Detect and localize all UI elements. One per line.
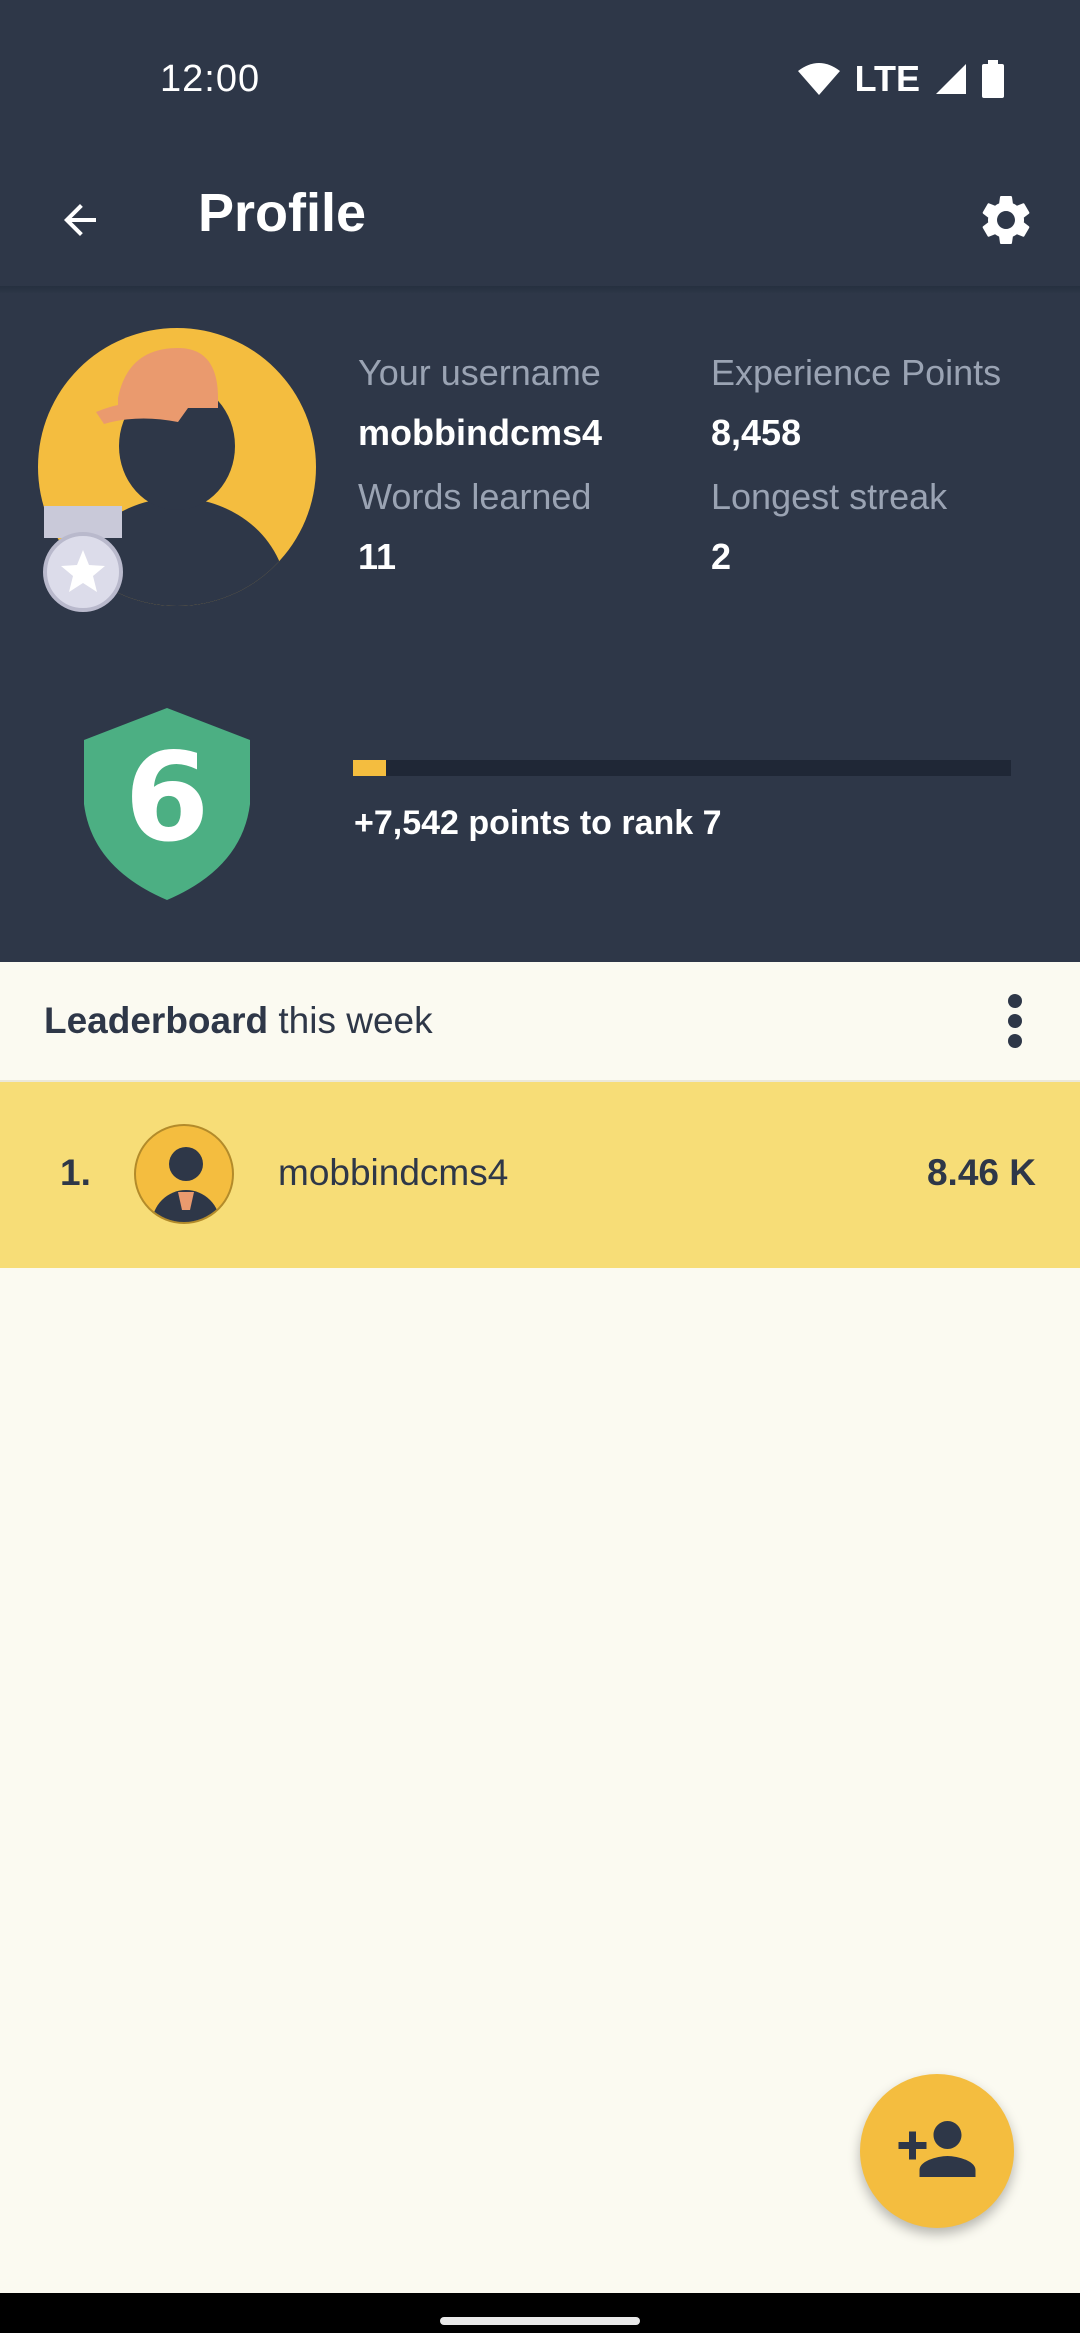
stat-value: 8,458 xyxy=(711,412,802,453)
stat-label: Your username xyxy=(358,352,601,393)
stat-experience: Experience Points 8,458 xyxy=(711,352,1001,454)
stat-username: Your username mobbindcms4 xyxy=(358,352,602,454)
more-vert-icon xyxy=(1005,993,1025,1054)
stat-label: Words learned xyxy=(358,476,592,517)
wifi-icon xyxy=(797,61,841,97)
avatar xyxy=(134,1124,234,1224)
leaderboard-username: mobbindcms4 xyxy=(278,1152,509,1193)
leaderboard-header: Leaderboard this week xyxy=(0,962,1080,1082)
stat-value: mobbindcms4 xyxy=(358,412,603,453)
back-button[interactable] xyxy=(44,186,116,258)
app-bar-shadow xyxy=(0,286,1080,294)
stat-value: 2 xyxy=(711,536,732,577)
cell-signal-icon xyxy=(934,62,968,96)
page-title: Profile xyxy=(198,183,367,243)
status-bar: 12:00 LTE xyxy=(0,0,1080,164)
leaderboard-rank: 1. xyxy=(60,1152,91,1193)
network-type: LTE xyxy=(854,58,920,99)
status-time: 12:00 xyxy=(160,58,261,100)
stat-streak: Longest streak 2 xyxy=(711,476,947,578)
leaderboard-row[interactable]: 1. mobbindcms4 8.46 K xyxy=(0,1082,1080,1268)
battery-icon xyxy=(982,60,1004,98)
leaderboard-title: Leaderboard this week xyxy=(44,1000,433,1042)
stat-words: Words learned 11 xyxy=(358,476,591,578)
avatar-person-icon xyxy=(152,1147,220,1222)
settings-button[interactable] xyxy=(968,184,1044,260)
status-icons: LTE xyxy=(797,58,1004,100)
leaderboard-menu-button[interactable] xyxy=(980,988,1050,1058)
rank-progress-text: +7,542 points to rank 7 xyxy=(354,804,722,842)
stat-label: Experience Points xyxy=(711,352,1002,393)
leaderboard-points: 8.46 K xyxy=(926,1152,1036,1193)
rank-progress-fill xyxy=(353,760,386,776)
add-friend-button[interactable] xyxy=(860,2074,1014,2228)
home-handle[interactable] xyxy=(440,2317,640,2325)
stat-label: Longest streak xyxy=(711,476,948,517)
add-person-icon xyxy=(895,2107,979,2196)
arrow-back-icon xyxy=(56,196,104,249)
badge-medal-icon xyxy=(40,500,126,616)
rank-progress-bar xyxy=(353,760,1011,776)
leaderboard-title-rest: this week xyxy=(268,1000,433,1041)
rank-shield: 6 xyxy=(82,708,252,900)
stat-value: 11 xyxy=(358,536,397,577)
gear-icon xyxy=(976,190,1036,255)
app-bar: Profile xyxy=(0,164,1080,292)
system-nav-bar xyxy=(0,2293,1080,2333)
leaderboard-title-bold: Leaderboard xyxy=(44,1000,269,1041)
rank-number: 6 xyxy=(125,727,210,869)
